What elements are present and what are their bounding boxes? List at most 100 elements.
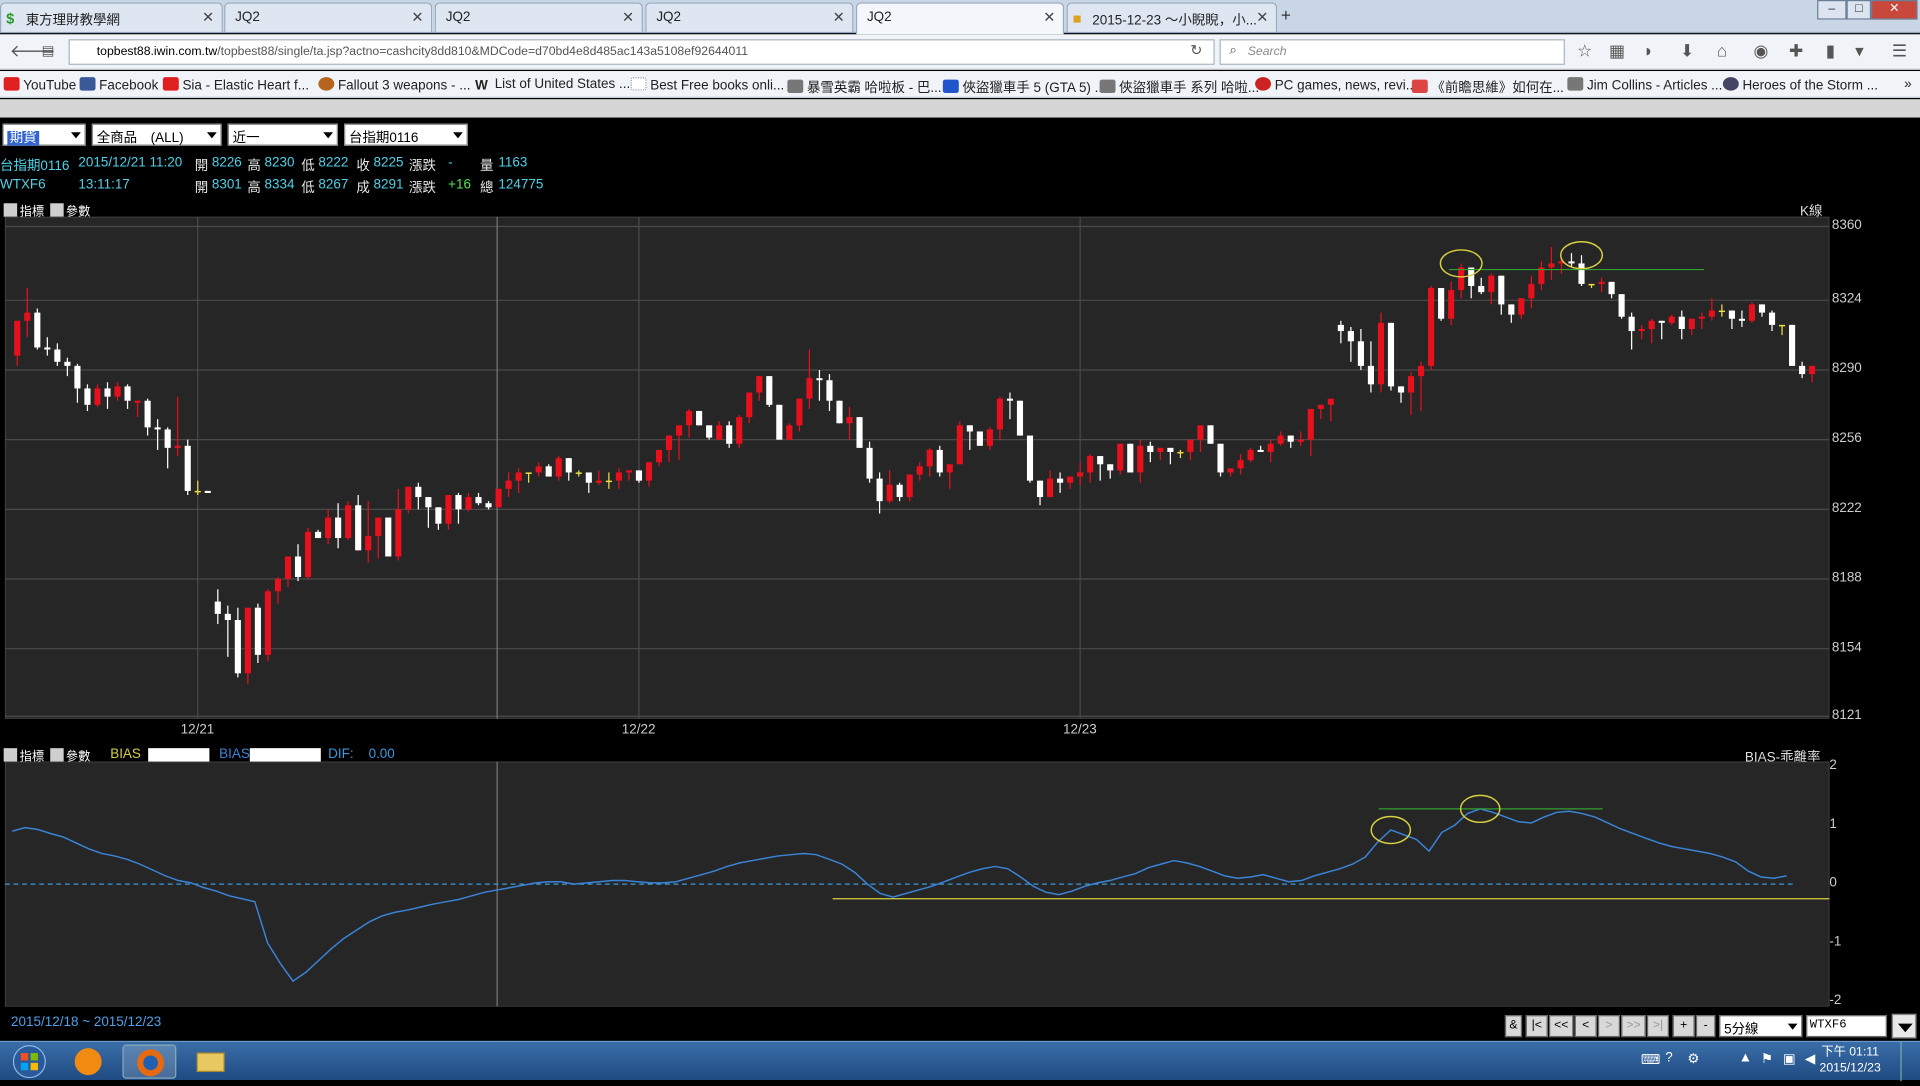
tab-2[interactable]: JQ2 ✕ xyxy=(434,2,643,32)
volume-icon[interactable]: ◀ xyxy=(1805,1051,1815,1067)
zoom-in-button[interactable]: + xyxy=(1672,1015,1695,1038)
reader-icon[interactable]: ▤ xyxy=(42,43,55,59)
bookmark-books[interactable]: Best Free books onli... xyxy=(630,77,784,93)
candle-body xyxy=(144,400,151,428)
amp-button[interactable]: & xyxy=(1504,1015,1523,1038)
params-icon[interactable] xyxy=(49,748,64,762)
candle-body xyxy=(706,425,713,438)
bookmark-wiki[interactable]: W List of United States ... xyxy=(475,77,630,93)
new-tab-button[interactable]: + xyxy=(1281,5,1291,25)
indicator-icon[interactable] xyxy=(3,748,18,762)
bookmark-pcgames[interactable]: PC games, news, revi... xyxy=(1255,77,1417,93)
show-desktop-button[interactable] xyxy=(1900,1042,1920,1082)
params-icon[interactable] xyxy=(49,203,64,217)
tab-5[interactable]: ■ 2015-12-23 ～小睨睨，小... ✕ xyxy=(1066,2,1278,32)
product-select[interactable]: 全商品 (ALL) xyxy=(91,123,222,146)
candle-body xyxy=(194,490,201,493)
close-icon[interactable]: ✕ xyxy=(622,9,634,26)
y-tick-label: 1 xyxy=(1829,816,1837,832)
zoom-out-button[interactable]: - xyxy=(1695,1015,1716,1038)
forward-button[interactable]: > xyxy=(1597,1015,1621,1038)
y-tick-label: 0 xyxy=(1829,875,1837,891)
chat-icon[interactable]: ◉ xyxy=(1753,40,1768,61)
candle-body xyxy=(1317,404,1324,409)
tab-1[interactable]: JQ2 ✕ xyxy=(224,2,433,32)
messenger-icon[interactable] xyxy=(64,1044,113,1078)
menu-icon[interactable]: ☰ xyxy=(1892,40,1907,61)
month-select[interactable]: 近一 xyxy=(227,123,338,146)
bookmark-heroes-forum[interactable]: 暴雪英霸 哈啦板 - 巴... xyxy=(787,77,942,97)
candle-body xyxy=(826,380,833,401)
close-icon[interactable]: ✕ xyxy=(1043,9,1055,26)
bookmark-heroes-storm[interactable]: Heroes of the Storm ... xyxy=(1722,77,1878,93)
tab-0[interactable]: $ 東方理財教學網 ✕ xyxy=(0,2,223,32)
tab-label: JQ2 xyxy=(235,9,260,25)
close-icon[interactable]: ✕ xyxy=(833,9,845,26)
candle-body xyxy=(726,425,733,444)
chevron-down-icon xyxy=(71,132,81,139)
tab-4-active[interactable]: JQ2 ✕ xyxy=(855,2,1065,35)
bookmark-fallout[interactable]: Fallout 3 weapons - ... xyxy=(318,77,470,93)
folder-icon[interactable] xyxy=(186,1044,235,1078)
flag-icon[interactable]: ⚑ xyxy=(1761,1051,1773,1067)
battery-icon[interactable]: ▮ xyxy=(1826,40,1835,61)
tab-3[interactable]: JQ2 ✕ xyxy=(645,2,854,32)
high-label: 高 xyxy=(247,181,261,196)
home-icon[interactable]: ⌂ xyxy=(1717,40,1727,60)
close-icon[interactable]: ✕ xyxy=(1256,9,1268,26)
bookmark-facebook[interactable]: Facebook xyxy=(79,77,158,93)
close-icon[interactable]: ✕ xyxy=(411,9,423,26)
candle-body xyxy=(1778,324,1786,327)
candle-body xyxy=(1458,267,1465,291)
bookmark-gta-series[interactable]: 俠盜獵車手 系列 哈啦... xyxy=(1099,77,1259,97)
firefox-icon[interactable] xyxy=(122,1044,177,1079)
open-label: 開 xyxy=(194,181,209,196)
app-window: $ 東方理財教學網 ✕ JQ2 ✕ JQ2 ✕ JQ2 ✕ JQ2 ✕ ■ 2015-12-2… xyxy=(0,0,1920,1082)
open-label: 開 xyxy=(194,159,209,174)
more-bookmarks-icon[interactable]: » xyxy=(1904,77,1912,92)
high-value: 8230 xyxy=(264,155,295,171)
close-icon[interactable]: ✕ xyxy=(202,9,214,26)
bookmark-gta5[interactable]: 俠盜獵車手 5 (GTA 5) ... xyxy=(942,77,1106,97)
bookmark-youtube[interactable]: YouTube xyxy=(3,77,77,93)
first-button[interactable]: |< xyxy=(1525,1015,1548,1038)
url-bar[interactable]: topbest88.iwin.com.tw/topbest88/single/t… xyxy=(68,39,1215,65)
maximize-icon[interactable]: □ xyxy=(1846,0,1872,20)
search-input[interactable]: Search xyxy=(1219,39,1565,65)
reload-icon[interactable]: ↻ xyxy=(1190,42,1202,59)
candle-body xyxy=(1026,435,1034,481)
period-select[interactable]: 5分線 xyxy=(1719,1015,1803,1038)
clock[interactable]: 下午 01:11 2015/12/23 xyxy=(1820,1044,1881,1076)
bias2-value-box xyxy=(249,748,321,762)
tray-expand-icon[interactable]: ▲ xyxy=(1739,1051,1752,1066)
addon-icon[interactable]: ✚ xyxy=(1789,40,1803,61)
close-label: 收 xyxy=(356,159,370,174)
help-icon[interactable]: ? xyxy=(1665,1051,1673,1066)
code-dropdown-button[interactable] xyxy=(1891,1013,1917,1039)
back-button[interactable]: < xyxy=(1574,1015,1597,1038)
type-select[interactable]: 期貨 xyxy=(2,123,86,146)
pocket-icon[interactable]: ◗ xyxy=(1643,40,1653,60)
settings-icon[interactable]: ⚙ xyxy=(1687,1051,1699,1067)
bookmark-jim-collins[interactable]: Jim Collins - Articles ... xyxy=(1567,77,1722,93)
keyboard-icon[interactable]: ⌨ xyxy=(1641,1052,1660,1068)
fast-forward-button[interactable]: >> xyxy=(1621,1015,1646,1038)
clipboard-icon[interactable]: ▦ xyxy=(1609,40,1625,61)
indicator-icon[interactable] xyxy=(3,203,18,217)
close-window-icon[interactable]: ✕ xyxy=(1871,0,1918,20)
bookmark-sia[interactable]: Sia - Elastic Heart f... xyxy=(162,77,309,93)
select-value: 全商品 (ALL) xyxy=(96,131,184,146)
contract-select[interactable]: 台指期0116 xyxy=(344,123,468,146)
volume-label: 量 xyxy=(480,159,494,174)
minimize-icon[interactable]: – xyxy=(1817,0,1847,20)
candle-body xyxy=(1478,285,1485,293)
fast-back-button[interactable]: << xyxy=(1548,1015,1574,1038)
start-button[interactable] xyxy=(5,1044,54,1079)
bookmark-foresight[interactable]: 《前瞻思維》如何在... xyxy=(1411,77,1564,97)
dropdown-icon[interactable]: ▾ xyxy=(1855,40,1864,61)
star-icon[interactable]: ☆ xyxy=(1577,40,1592,61)
last-button[interactable]: >| xyxy=(1646,1015,1669,1038)
code-input[interactable]: WTXF6 xyxy=(1806,1015,1887,1038)
network-icon[interactable]: ▣ xyxy=(1783,1051,1796,1067)
download-icon[interactable]: ⬇ xyxy=(1680,40,1694,61)
